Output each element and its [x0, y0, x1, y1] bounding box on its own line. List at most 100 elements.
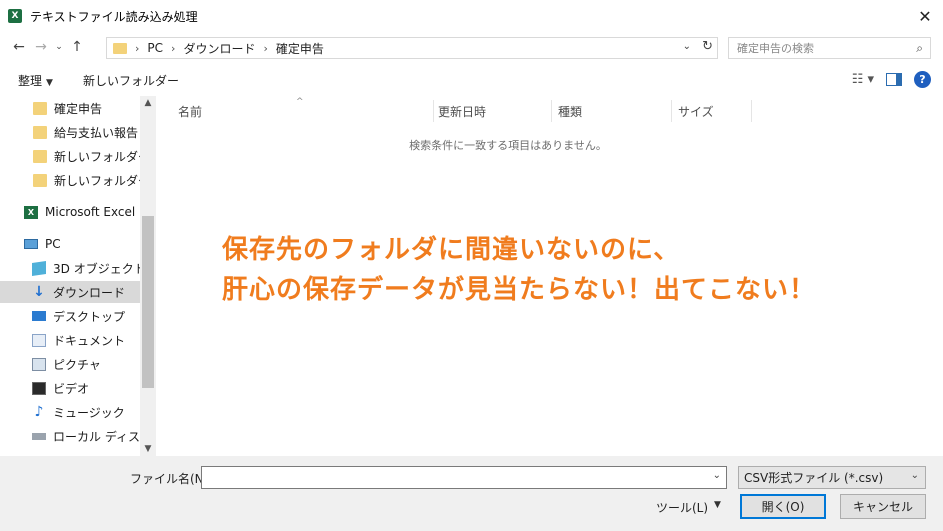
annotation-overlay: 保存先のフォルダに間違いないのに、 肝心の保存データが見当たらない！出てこない！ [222, 230, 816, 310]
folder-icon [33, 125, 47, 139]
column-header-label: 種類 [558, 104, 583, 119]
folder-icon [33, 101, 47, 115]
column-header-name[interactable]: ^ 名前 [158, 97, 434, 122]
breadcrumb-pc[interactable]: PC [147, 41, 163, 55]
organize-label: 整理 [18, 73, 43, 88]
sidebar-item-new-folder-5[interactable]: 新しいフォルダー (5 [0, 145, 156, 167]
documents-icon [32, 333, 46, 347]
breadcrumb-separator-icon: › [135, 41, 140, 55]
breadcrumb-current[interactable]: 確定申告 [276, 40, 324, 57]
sidebar-scrollbar[interactable]: ▲ ▼ [140, 96, 156, 456]
chevron-down-icon: ⌄ [55, 42, 63, 52]
annotation-line-1: 保存先のフォルダに間違いないのに、 [222, 235, 681, 265]
file-type-select[interactable]: CSV形式ファイル (*.csv) ⌄ [738, 466, 926, 489]
address-bar[interactable]: › PC › ダウンロード › 確定申告 ⌄ ↻ [106, 37, 718, 59]
sidebar-item-label: ピクチャ [53, 357, 101, 372]
sidebar-item-label: ビデオ [53, 381, 90, 396]
sidebar-item-label: Microsoft Excel [45, 205, 136, 219]
address-dropdown-icon[interactable]: ⌄ [683, 41, 691, 52]
sidebar-item-label: PC [45, 237, 61, 251]
sidebar-item-label: デスクトップ [53, 309, 126, 324]
forward-arrow-icon: → [35, 39, 47, 55]
column-header-label: 名前 [178, 104, 203, 119]
pictures-icon [32, 357, 46, 371]
file-type-value: CSV形式ファイル (*.csv) [744, 471, 884, 485]
pc-icon [24, 239, 38, 249]
caret-down-icon[interactable]: ▼ [714, 500, 721, 510]
sidebar-item-label: ミュージック [53, 405, 125, 420]
sidebar-item-documents[interactable]: ドキュメント [0, 329, 140, 351]
folder-icon [33, 149, 47, 163]
view-options-icon[interactable]: ☷ ▾ [852, 72, 874, 87]
filename-input[interactable] [206, 467, 706, 488]
excel-icon: X [24, 205, 38, 219]
back-button[interactable]: ← [8, 36, 30, 58]
sidebar-item-pc[interactable]: PC [0, 233, 140, 255]
sidebar-item-kakutei[interactable]: 確定申告 [0, 97, 140, 119]
music-icon: ♪ [34, 403, 44, 420]
search-input[interactable] [737, 41, 907, 55]
breadcrumb-separator-icon[interactable]: › [263, 42, 267, 55]
dialog-footer: ファイル名(N): ⌄ CSV形式ファイル (*.csv) ⌄ ツール(L) ▼… [0, 456, 943, 531]
sidebar-item-label: 確定申告 [54, 101, 103, 116]
column-header-label: サイズ [678, 104, 714, 119]
scroll-down-icon[interactable]: ▼ [140, 444, 156, 454]
folder-icon [33, 173, 47, 187]
sidebar-item-salary-report[interactable]: 給与支払い報告 [0, 121, 140, 143]
breadcrumb-downloads[interactable]: ダウンロード [183, 40, 255, 57]
column-header-type[interactable]: 種類 [552, 100, 672, 122]
sidebar-item-microsoft-excel[interactable]: X Microsoft Excel [0, 201, 140, 223]
sidebar-item-downloads[interactable]: ↓ ダウンロード [0, 281, 140, 303]
column-header-size[interactable]: サイズ [672, 100, 752, 122]
column-header-modified[interactable]: 更新日時 [434, 100, 552, 122]
sidebar-item-label: ダウンロード [53, 285, 126, 300]
organize-button[interactable]: 整理 ▼ [18, 72, 53, 89]
up-arrow-icon: ↑ [71, 39, 83, 55]
sidebar-item-label: 給与支払い報告 [54, 125, 139, 140]
up-button[interactable]: ↑ [66, 36, 88, 58]
empty-results-message: 検索条件に一致する項目はありません。 [409, 139, 607, 152]
title-bar: X テキストファイル読み込み処理 ✕ [0, 0, 943, 32]
chevron-down-icon[interactable]: ⌄ [713, 470, 721, 481]
cancel-button[interactable]: キャンセル [840, 494, 926, 519]
refresh-icon[interactable]: ↻ [702, 39, 713, 54]
excel-app-icon: X [8, 9, 22, 23]
help-icon[interactable]: ? [914, 71, 931, 88]
folder-icon [113, 42, 127, 54]
tools-button[interactable]: ツール(L) [656, 499, 708, 516]
new-folder-button[interactable]: 新しいフォルダー [83, 72, 179, 89]
videos-icon [32, 381, 46, 395]
disk-icon [32, 432, 46, 440]
sidebar-item-videos[interactable]: ビデオ [0, 377, 140, 399]
column-header-label: 更新日時 [438, 104, 487, 119]
navigation-bar: ← → ⌄ ↑ › PC › ダウンロード › 確定申告 ⌄ ↻ ⌕ [0, 32, 943, 62]
open-button[interactable]: 開く(O) [740, 494, 826, 519]
scrollbar-thumb[interactable] [142, 216, 154, 388]
close-icon: ✕ [918, 6, 932, 26]
sidebar-item-label: ドキュメント [53, 333, 126, 348]
sort-caret-icon: ^ [296, 97, 304, 107]
forward-button[interactable]: → [30, 36, 52, 58]
download-icon: ↓ [33, 283, 45, 300]
caret-down-icon: ▼ [46, 77, 53, 88]
sidebar-item-new-folder-6[interactable]: 新しいフォルダー (6 [0, 169, 156, 191]
search-icon[interactable]: ⌕ [916, 41, 923, 56]
chevron-down-icon: ⌄ [910, 470, 919, 481]
annotation-line-2: 肝心の保存データが見当たらない！出てこない！ [222, 275, 817, 305]
navigation-pane[interactable]: 確定申告 給与支払い報告 新しいフォルダー (5 新しいフォルダー (6 X M… [0, 96, 156, 456]
sidebar-item-local-disk[interactable]: ローカル ディスク (C [0, 425, 156, 447]
window-title: テキストファイル読み込み処理 [30, 9, 198, 24]
recent-locations-button[interactable]: ⌄ [52, 36, 66, 58]
sidebar-item-3d-objects[interactable]: 3D オブジェクト [0, 257, 146, 279]
back-arrow-icon: ← [13, 39, 25, 55]
close-button[interactable]: ✕ [913, 4, 937, 28]
preview-pane-icon[interactable] [886, 73, 902, 86]
sidebar-item-label: 3D オブジェクト [53, 261, 146, 276]
sidebar-item-desktop[interactable]: デスクトップ [0, 305, 140, 327]
scroll-up-icon[interactable]: ▲ [140, 98, 156, 108]
sidebar-item-music[interactable]: ♪ ミュージック [0, 401, 140, 423]
filename-field[interactable]: ⌄ [201, 466, 727, 489]
breadcrumb-separator-icon[interactable]: › [171, 42, 175, 55]
sidebar-item-pictures[interactable]: ピクチャ [0, 353, 140, 375]
search-box[interactable]: ⌕ [728, 37, 931, 59]
